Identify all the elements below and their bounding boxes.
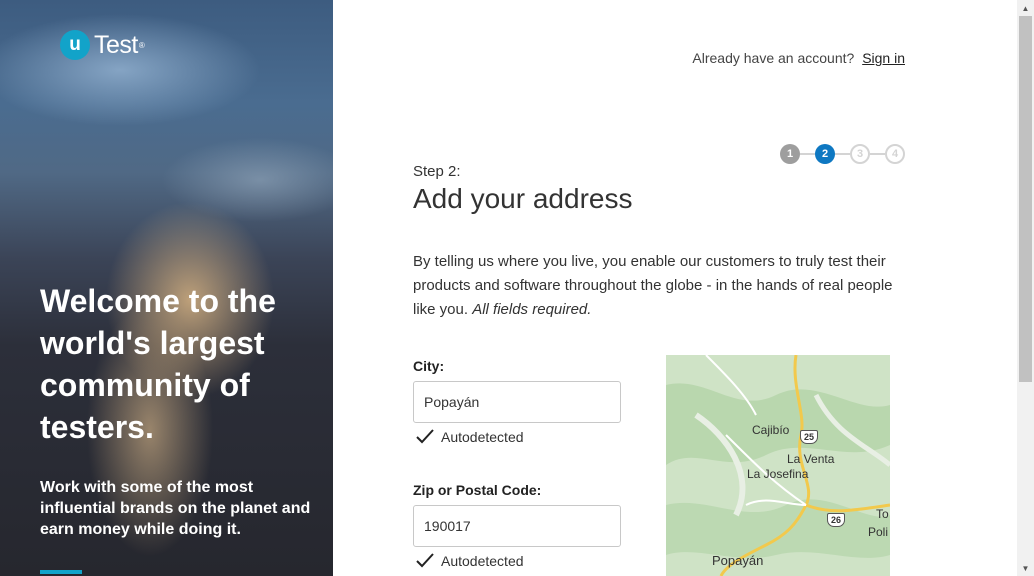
page-scrollbar[interactable]: ▲ ▼	[1017, 0, 1034, 576]
check-icon	[416, 429, 434, 444]
hero-subheading: Work with some of the most influential b…	[40, 479, 311, 538]
signin-row: Already have an account? Sign in	[692, 50, 905, 66]
city-status: Autodetected	[441, 429, 524, 445]
hero-heading: Welcome to the world's largest community…	[40, 283, 276, 445]
logo-wordmark: Test	[94, 30, 138, 59]
signin-link[interactable]: Sign in	[862, 50, 905, 66]
step-2: 2	[815, 144, 835, 164]
zip-autodetected: Autodetected	[416, 553, 524, 569]
page-title: Add your address	[413, 183, 633, 214]
route-25-shield: 25	[800, 430, 818, 444]
map-place-la-josefina: La Josefina	[747, 467, 809, 481]
step-connector	[800, 153, 815, 155]
account-prompt: Already have an account?	[692, 50, 855, 66]
map-place-to: To	[876, 507, 889, 521]
progress-stepper: 1 2 3 4	[780, 144, 906, 164]
step-3: 3	[850, 144, 870, 164]
step-label: Step 2:	[413, 163, 461, 180]
utest-logo[interactable]: u Test ®	[60, 30, 145, 60]
check-icon	[416, 553, 434, 568]
scroll-thumb[interactable]	[1019, 16, 1032, 382]
map-place-poli: Poli	[868, 525, 889, 539]
step-4: 4	[885, 144, 905, 164]
scroll-up-icon[interactable]: ▲	[1017, 0, 1034, 16]
logo-mark: u	[60, 30, 90, 60]
scroll-down-icon[interactable]: ▼	[1017, 560, 1034, 576]
map-place-cajibio: Cajibío	[752, 423, 790, 437]
step-connector	[870, 153, 885, 155]
zip-status: Autodetected	[441, 553, 524, 569]
intro-emphasis: All fields required.	[472, 301, 592, 318]
zip-label: Zip or Postal Code:	[413, 482, 542, 498]
map-terrain	[666, 355, 890, 576]
map-place-la-venta: La Venta	[787, 452, 835, 466]
zip-input[interactable]	[413, 505, 621, 547]
hero-panel: u Test ® Welcome to the world's largest …	[0, 0, 333, 576]
logo-registered-mark: ®	[138, 40, 145, 50]
step-1: 1	[780, 144, 800, 164]
map-place-popayan: Popayán	[712, 553, 764, 568]
city-label: City:	[413, 358, 445, 374]
route-26-shield: 26	[827, 513, 845, 527]
intro-text: By telling us where you live, you enable…	[413, 250, 893, 322]
location-map[interactable]: Cajibío La Venta La Josefina Popayán To …	[666, 355, 890, 576]
step-connector	[835, 153, 850, 155]
city-autodetected: Autodetected	[416, 429, 524, 445]
hero-accent-bar	[40, 570, 82, 574]
city-input[interactable]	[413, 381, 621, 423]
